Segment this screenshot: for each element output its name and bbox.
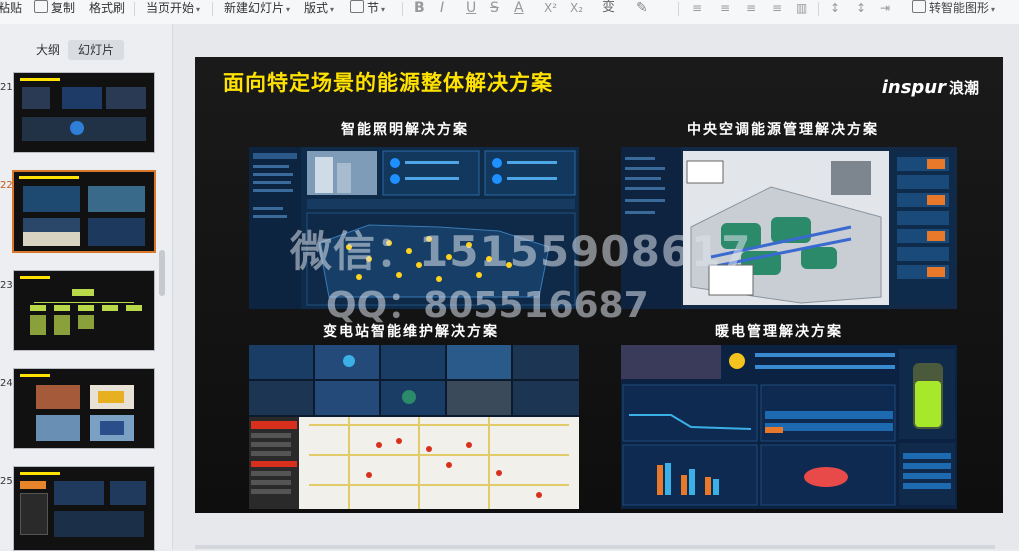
new-slide-label: 新建幻灯片	[224, 1, 285, 15]
layout-label: 版式	[304, 1, 329, 15]
paste-button[interactable]: 粘贴	[0, 0, 22, 18]
chevron-down-icon: ▾	[286, 5, 291, 14]
slide-sidebar: 大纲 幻灯片 21 22 23 24 25	[0, 24, 173, 551]
slide-number: 21	[0, 82, 13, 93]
paste-label: 粘贴	[0, 1, 23, 15]
chevron-down-icon: ▾	[330, 5, 335, 14]
slide-number: 25	[0, 476, 13, 487]
format-painter-button[interactable]: 格式刷	[89, 0, 125, 18]
slide-thumbnail-image	[13, 270, 155, 351]
logo-cn: 浪潮	[948, 79, 979, 97]
italic-button[interactable]: I	[440, 0, 444, 16]
section-title-lighting: 智能照明解决方案	[341, 122, 469, 138]
divider	[402, 2, 403, 16]
copy-icon	[34, 0, 48, 13]
divider	[134, 2, 135, 16]
section-icon	[350, 0, 364, 13]
divider	[212, 2, 213, 16]
brand-logo: inspur 浪潮	[882, 77, 979, 98]
line-spacing-icon[interactable]: ↕	[830, 0, 840, 16]
horizontal-scrollbar[interactable]	[195, 545, 995, 549]
section-label: 节	[367, 1, 380, 15]
watermark-line-2: QQ：805516687	[326, 285, 649, 326]
chevron-down-icon: ▾	[991, 5, 996, 14]
smart-art-icon	[912, 0, 926, 13]
ribbon-toolbar: 粘贴 复制 格式刷 当页开始 ▾ 新建幻灯片 ▾ 版式 ▾ 节 ▾ B I U S A …	[0, 0, 1019, 25]
font-color-button[interactable]: A	[514, 0, 524, 16]
tab-outline[interactable]: 大纲	[26, 40, 70, 60]
justify-icon[interactable]: ≡	[772, 0, 782, 16]
highlight-icon[interactable]: ✎	[636, 0, 648, 16]
bold-button[interactable]: B	[414, 0, 425, 16]
slide-thumbnail-image	[12, 170, 156, 253]
slide-number: 22	[0, 180, 13, 191]
underline-button[interactable]: U	[466, 0, 476, 16]
heating-dashboard-image	[621, 345, 957, 509]
subscript-button[interactable]: X₂	[570, 0, 583, 16]
columns-icon[interactable]: ▥	[796, 0, 807, 16]
divider	[818, 2, 819, 16]
substation-dashboard-graphic	[249, 345, 579, 509]
smart-art-button[interactable]: 转智能图形 ▾	[912, 0, 995, 18]
slide-thumbnail-image	[13, 466, 155, 551]
copy-button[interactable]: 复制	[34, 0, 75, 18]
watermark-line-1: 微信：15155908617	[290, 227, 752, 276]
align-center-icon[interactable]: ≡	[720, 0, 730, 16]
slide-number: 24	[0, 378, 13, 389]
from-current-label: 当页开始	[146, 1, 195, 15]
slide-thumbnail[interactable]: 23	[0, 270, 165, 352]
smart-art-label: 转智能图形	[929, 1, 990, 15]
logo-latin: inspur	[881, 77, 946, 98]
chevron-down-icon: ▾	[196, 5, 201, 14]
chevron-down-icon: ▾	[381, 5, 386, 14]
slide-thumbnail-image	[13, 72, 155, 153]
slide-thumbnail-selected[interactable]: 22	[0, 170, 165, 254]
divider	[678, 2, 679, 16]
align-right-icon[interactable]: ≡	[746, 0, 756, 16]
slide-thumbnail[interactable]: 24	[0, 368, 165, 450]
superscript-button[interactable]: X²	[544, 0, 557, 16]
section-button[interactable]: 节 ▾	[350, 0, 385, 18]
slide-thumbnail-image	[13, 368, 155, 449]
indent-icon[interactable]: ⇥	[880, 0, 890, 16]
sidebar-scrollbar[interactable]	[159, 250, 165, 296]
change-case-button[interactable]: 变	[602, 0, 615, 16]
slide-title: 面向特定场景的能源整体解决方案	[223, 71, 553, 95]
slide-thumbnail[interactable]: 21	[0, 72, 165, 154]
slide-thumbnail[interactable]: 25	[0, 466, 165, 551]
section-title-heating: 暖电管理解决方案	[715, 324, 843, 340]
heating-dashboard-graphic	[621, 345, 955, 506]
tab-slides[interactable]: 幻灯片	[68, 40, 125, 60]
new-slide-button[interactable]: 新建幻灯片 ▾	[224, 0, 290, 18]
layout-button[interactable]: 版式 ▾	[304, 0, 334, 18]
section-title-hvac: 中央空调能源管理解决方案	[687, 122, 879, 138]
align-left-icon[interactable]: ≡	[692, 0, 702, 16]
format-painter-label: 格式刷	[89, 1, 126, 15]
slide-number: 23	[0, 280, 13, 291]
from-current-button[interactable]: 当页开始 ▾	[146, 0, 200, 18]
paragraph-spacing-icon[interactable]: ↕	[856, 0, 866, 16]
strikethrough-button[interactable]: S	[490, 0, 499, 16]
copy-label: 复制	[51, 1, 76, 15]
substation-dashboard-image	[249, 345, 579, 509]
